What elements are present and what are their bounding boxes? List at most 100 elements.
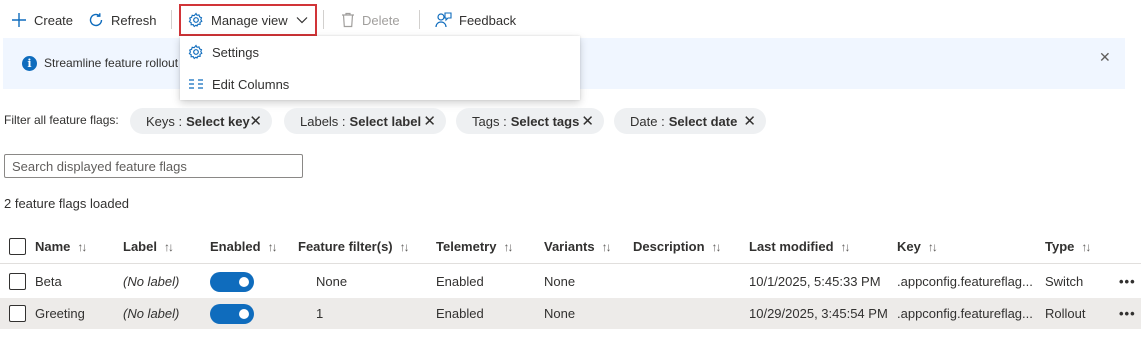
column-title: Type: [1045, 239, 1075, 254]
toggle-knob: [239, 308, 249, 319]
column-title: Label: [123, 239, 157, 254]
enabled-toggle[interactable]: [210, 303, 254, 324]
refresh-button[interactable]: Refresh: [88, 10, 157, 30]
more-options-icon[interactable]: •••: [1119, 298, 1136, 329]
column-title: Enabled: [210, 239, 261, 254]
feedback-icon: [435, 12, 452, 28]
trash-icon: [341, 12, 355, 28]
column-header-name[interactable]: Name ↑↓: [35, 230, 87, 263]
column-header-type[interactable]: Type ↑↓: [1045, 230, 1091, 263]
sort-icon: ↑↓: [267, 239, 278, 254]
remove-filter-icon[interactable]: ✕: [423, 112, 436, 130]
sort-icon: ↑↓: [711, 239, 722, 254]
toolbar-divider: [419, 10, 420, 29]
create-button[interactable]: Create: [11, 10, 73, 30]
pill-name: Tags :: [472, 113, 507, 129]
cell-key: .appconfig.featureflag...: [897, 306, 1033, 321]
column-header-label[interactable]: Label ↑↓: [123, 230, 174, 263]
cell-key: .appconfig.featureflag...: [897, 274, 1033, 289]
info-icon: i: [22, 56, 37, 71]
columns-icon: [188, 78, 204, 90]
cell-variants: None: [544, 306, 576, 321]
sort-icon: ↑↓: [163, 239, 174, 254]
row-checkbox[interactable]: [9, 305, 26, 322]
toggle-knob: [239, 276, 249, 287]
sort-icon: ↑↓: [1081, 239, 1091, 254]
column-header-telemetry[interactable]: Telemetry ↑↓: [436, 230, 513, 263]
cell-variants: None: [544, 274, 576, 289]
cell-type: Rollout: [1045, 306, 1086, 321]
remove-filter-icon[interactable]: ✕: [581, 112, 594, 130]
menu-item-label: Edit Columns: [212, 76, 290, 92]
row-checkbox[interactable]: [9, 273, 26, 290]
pill-value: Select key: [186, 113, 250, 129]
manage-view-highlight: [179, 4, 317, 36]
table-row[interactable]: Greeting (No label) 1 Enabled None 10/29…: [0, 298, 1141, 330]
column-title: Variants: [544, 239, 595, 254]
column-header-variants[interactable]: Variants ↑↓: [544, 230, 612, 263]
cell-name: Greeting: [35, 306, 85, 321]
cell-telemetry: Enabled: [436, 274, 484, 289]
cell-last-modified: 10/1/2025, 5:45:33 PM: [749, 274, 881, 289]
feedback-label: Feedback: [459, 12, 517, 28]
table-row[interactable]: Beta (No label) None Enabled None 10/1/2…: [0, 266, 1141, 298]
cell-label: (No label): [123, 274, 180, 289]
delete-button[interactable]: Delete: [341, 10, 400, 30]
cell-enabled: [210, 298, 254, 329]
menu-item-edit-columns[interactable]: Edit Columns: [180, 68, 580, 100]
pill-name: Keys :: [146, 113, 183, 129]
pill-value: Select label: [349, 113, 422, 129]
column-title: Last modified: [749, 239, 834, 254]
column-title: Feature filter(s): [298, 239, 393, 254]
pill-name: Date :: [630, 113, 665, 129]
cell-enabled: [210, 266, 254, 297]
column-title: Description: [633, 239, 705, 254]
remove-filter-icon[interactable]: ✕: [249, 112, 262, 130]
refresh-icon: [88, 12, 104, 28]
cell-feature-filters: 1: [316, 306, 324, 321]
column-header-last-modified[interactable]: Last modified ↑↓: [749, 230, 851, 263]
more-options-icon[interactable]: •••: [1119, 266, 1136, 297]
refresh-label: Refresh: [111, 12, 157, 28]
sort-icon: ↑↓: [77, 239, 87, 254]
cell-name: Beta: [35, 274, 62, 289]
filter-label: Filter all feature flags:: [4, 113, 119, 127]
cell-feature-filters: None: [316, 274, 348, 289]
table-header: Name ↑↓ Label ↑↓ Enabled ↑↓ Feature filter(…: [0, 230, 1141, 264]
filter-pill-tags[interactable]: Tags : Select tags ✕: [456, 108, 604, 134]
feedback-button[interactable]: Feedback: [435, 10, 516, 30]
close-icon[interactable]: ✕: [1099, 49, 1111, 66]
gear-icon: [188, 44, 204, 60]
column-header-enabled[interactable]: Enabled ↑↓: [210, 230, 278, 263]
column-header-feature-filters[interactable]: Feature filter(s) ↑↓: [298, 230, 410, 263]
sort-icon: ↑↓: [840, 239, 851, 254]
remove-filter-icon[interactable]: ✕: [743, 112, 756, 130]
column-header-key[interactable]: Key ↑↓: [897, 230, 938, 263]
banner-text: Streamline feature rollout: [44, 56, 179, 70]
toolbar-divider: [171, 10, 172, 29]
filter-pill-labels[interactable]: Labels : Select label ✕: [284, 108, 446, 134]
sort-icon: ↑↓: [927, 239, 938, 254]
cell-last-modified: 10/29/2025, 3:45:54 PM: [749, 306, 888, 321]
cell-label: (No label): [123, 306, 180, 321]
filter-pill-date[interactable]: Date : Select date ✕: [614, 108, 766, 134]
manage-view-menu: Settings Edit Columns: [180, 36, 580, 100]
command-bar: Create Refresh Manage view Delete Feedba…: [0, 0, 1141, 38]
create-label: Create: [34, 12, 74, 28]
column-title: Name: [35, 239, 71, 254]
enabled-toggle[interactable]: [210, 271, 254, 292]
delete-label: Delete: [362, 12, 400, 28]
column-title: Telemetry: [436, 239, 497, 254]
search-input[interactable]: [4, 154, 303, 178]
sort-icon: ↑↓: [601, 239, 612, 254]
plus-icon: [11, 12, 27, 28]
pill-name: Labels :: [300, 113, 346, 129]
select-all-checkbox[interactable]: [9, 238, 26, 255]
column-header-description[interactable]: Description ↑↓: [633, 230, 722, 263]
filter-pill-keys[interactable]: Keys : Select key ✕: [130, 108, 272, 134]
sort-icon: ↑↓: [503, 239, 513, 254]
pill-value: Select tags: [510, 113, 580, 129]
toolbar-divider: [323, 10, 324, 29]
menu-item-settings[interactable]: Settings: [180, 36, 580, 68]
cell-type: Switch: [1045, 274, 1084, 289]
